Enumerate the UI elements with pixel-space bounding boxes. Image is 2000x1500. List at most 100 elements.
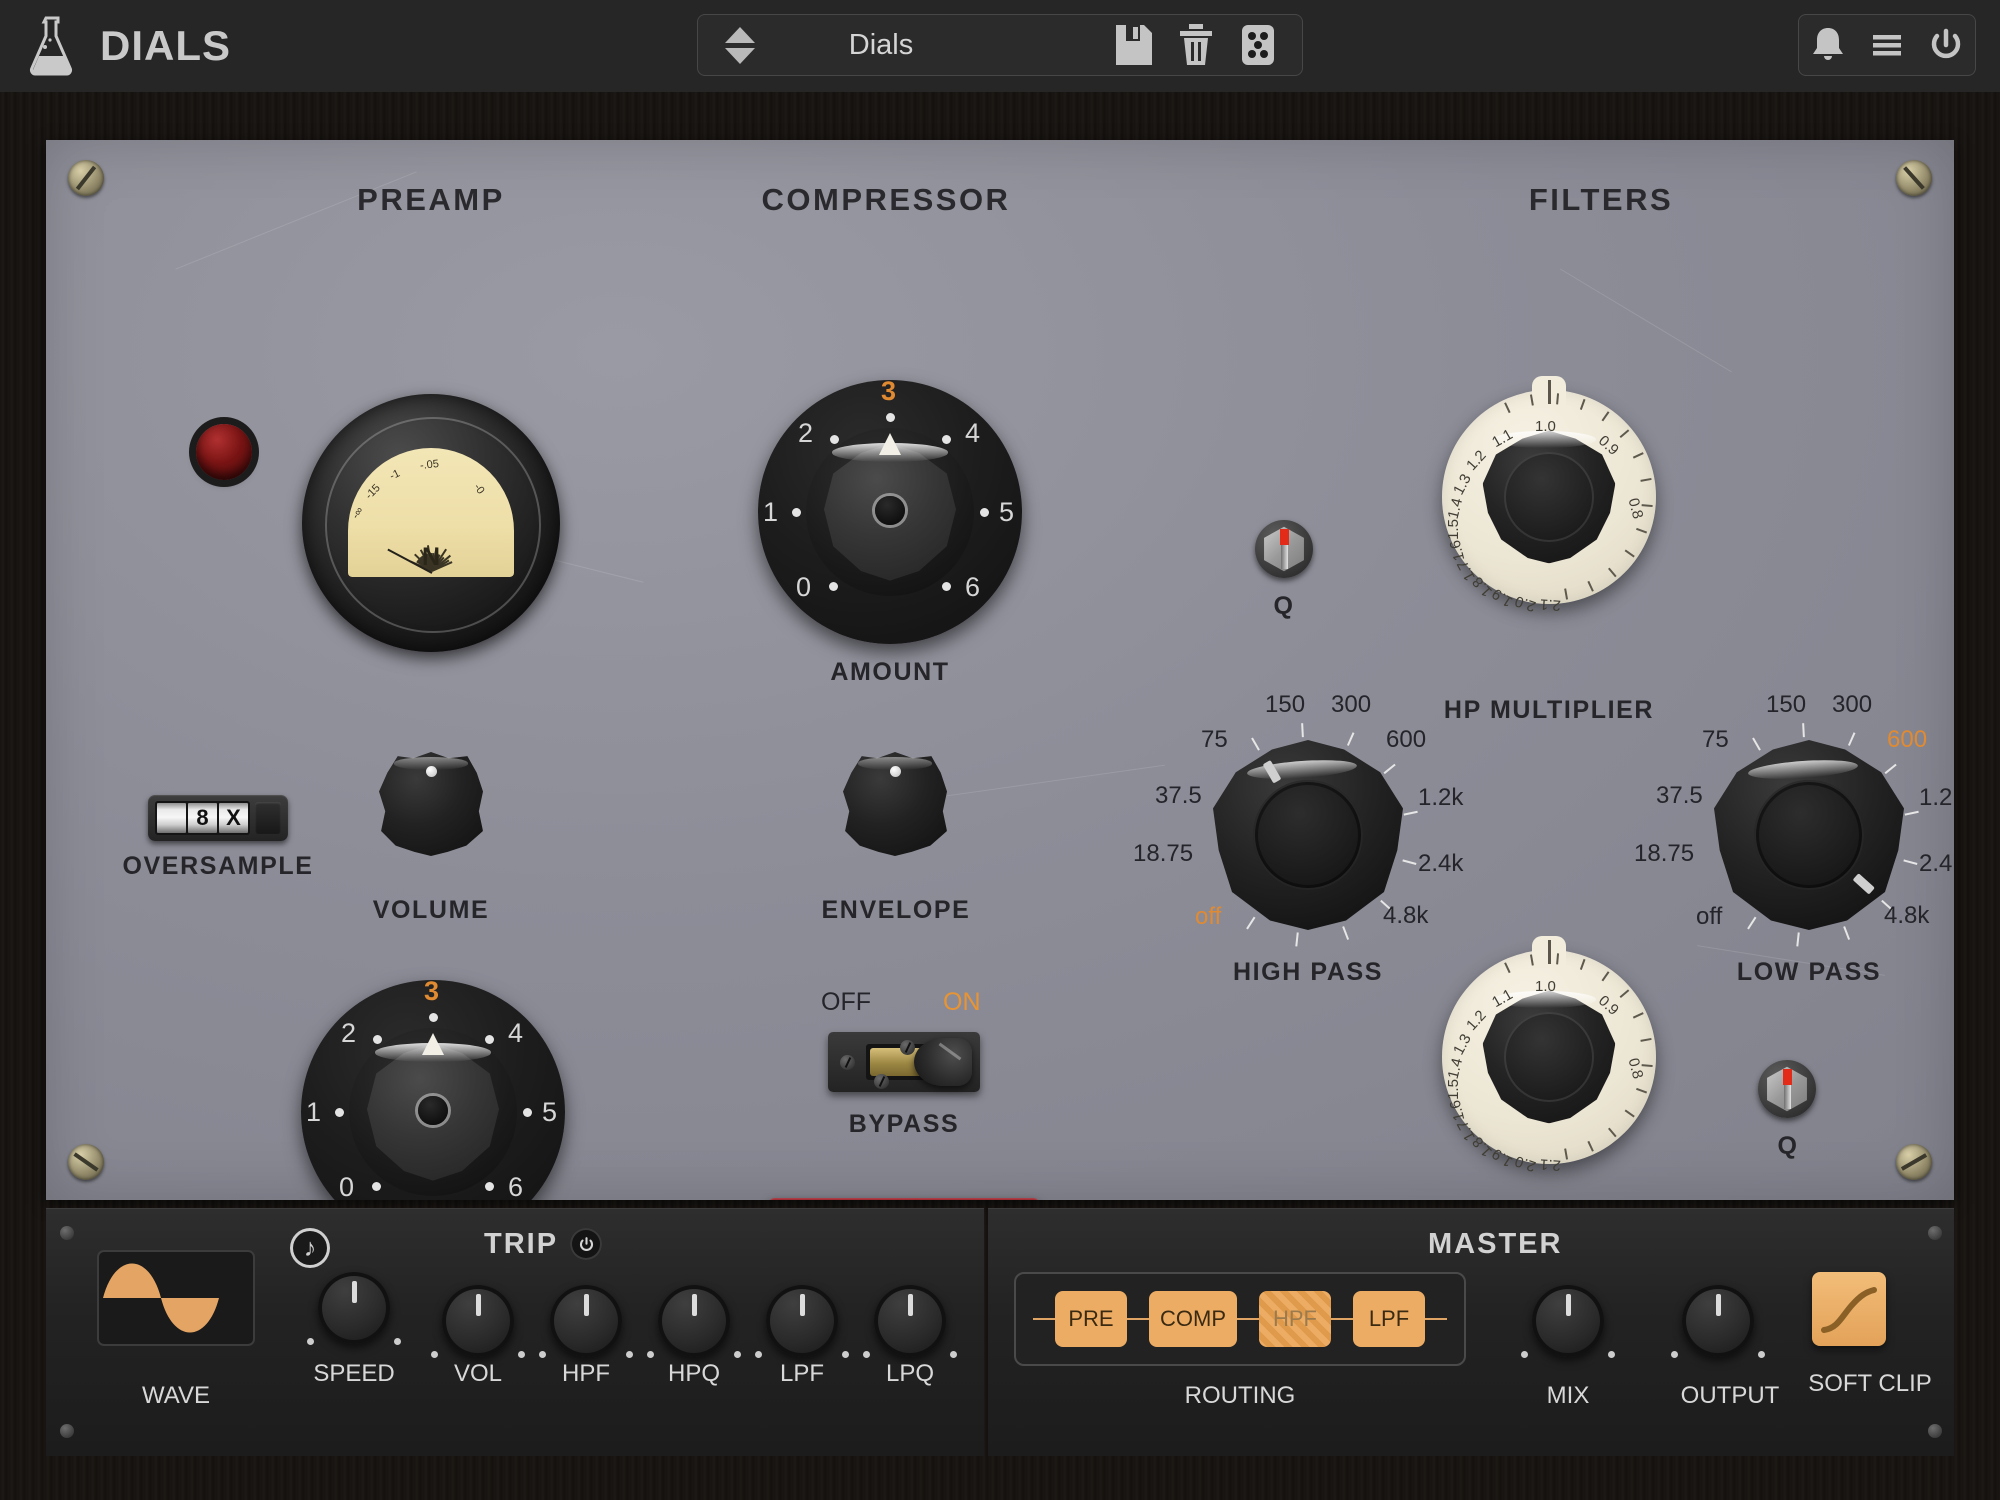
trip-hpf-label: HPF: [526, 1360, 646, 1388]
triangle-down-icon[interactable]: [725, 48, 755, 64]
high-pass-scale-2.4k: 2.4k: [1418, 850, 1463, 878]
routing-node-pre[interactable]: PRE: [1055, 1291, 1127, 1347]
window-tools: [1798, 14, 1976, 76]
bypass-lever[interactable]: [914, 1038, 972, 1086]
low-pass-scale-off: off: [1696, 903, 1722, 931]
amount-selector[interactable]: 0 1 2 3 4 5 6: [758, 380, 1022, 644]
trash-icon[interactable]: [1176, 23, 1216, 67]
floppy-disk-icon[interactable]: [1114, 23, 1154, 67]
trip-lpq-label: LPQ: [850, 1360, 970, 1388]
high-pass-scale-off: off: [1195, 903, 1221, 931]
low-pass-scale-150: 150: [1766, 691, 1806, 719]
high-pass-scale-300: 300: [1331, 691, 1371, 719]
master-title: MASTER: [1428, 1228, 1562, 1261]
routing-wire: [1331, 1318, 1353, 1320]
amount-tick: [942, 435, 951, 444]
gain-position-3[interactable]: 3: [424, 976, 439, 1007]
panel-screw: [68, 1144, 104, 1180]
routing-chain: PRE COMP HPF LPF: [1014, 1272, 1466, 1366]
routing-node-comp[interactable]: COMP: [1149, 1291, 1237, 1347]
gain-position-0[interactable]: 0: [339, 1172, 354, 1200]
gain-tick: [485, 1182, 494, 1191]
oversample-readout: 0 8 X: [155, 801, 250, 835]
amount-position-6[interactable]: 6: [965, 572, 980, 603]
amount-position-1[interactable]: 1: [763, 497, 778, 528]
volume-knob[interactable]: [379, 752, 483, 856]
trip-lpf-knob[interactable]: [766, 1285, 838, 1357]
low-pass-scale-300: 300: [1832, 691, 1872, 719]
preset-actions: [1114, 23, 1302, 67]
power-icon[interactable]: [1925, 24, 1967, 66]
gain-position-4[interactable]: 4: [508, 1018, 523, 1049]
app-title: DIALS: [100, 22, 231, 70]
low-pass-scale-600: 600: [1887, 726, 1927, 754]
triangle-up-icon[interactable]: [725, 27, 755, 43]
routing-wire: [1237, 1318, 1259, 1320]
hp-multiplier-dial[interactable]: 0.8 0.9 1.0 1.1 1.2 1.3 1.4 1.5 1.6 1.7 …: [1442, 390, 1656, 604]
amount-position-2[interactable]: 2: [798, 418, 813, 449]
oversample-button[interactable]: [255, 802, 281, 834]
hamburger-menu-icon[interactable]: [1866, 24, 1908, 66]
gain-position-1[interactable]: 1: [306, 1097, 321, 1128]
oversample-selector[interactable]: 0 8 X: [148, 795, 288, 841]
preamp-indicator-lamp: [196, 424, 252, 480]
amount-position-5[interactable]: 5: [999, 497, 1014, 528]
music-note-icon[interactable]: ♪: [290, 1228, 330, 1268]
trip-power-toggle[interactable]: [570, 1228, 602, 1260]
preset-name[interactable]: Dials: [768, 29, 1114, 62]
lp-mult-scale-1.0: 1.0: [1535, 978, 1556, 995]
gain-position-5[interactable]: 5: [542, 1097, 557, 1128]
amount-position-3[interactable]: 3: [881, 376, 896, 407]
routing-node-lpf[interactable]: LPF: [1353, 1291, 1425, 1347]
output-knob[interactable]: [1682, 1285, 1754, 1357]
trip-lpf-label: LPF: [742, 1360, 862, 1388]
hp-q-knob[interactable]: [1255, 520, 1313, 578]
routing-node-hpf[interactable]: HPF: [1259, 1291, 1331, 1347]
bypass-switch[interactable]: [828, 1032, 980, 1092]
hp-mult-scale-1.0: 1.0: [1535, 418, 1556, 435]
gain-position-2[interactable]: 2: [341, 1018, 356, 1049]
bell-icon[interactable]: [1807, 24, 1849, 66]
oversample-digit-blank: 0: [157, 803, 186, 833]
low-pass-scale-18.75: 18.75: [1634, 840, 1694, 868]
trip-hpq-knob[interactable]: [658, 1285, 730, 1357]
low-pass-knob[interactable]: [1714, 740, 1904, 930]
lp-multiplier-pointer: [1532, 936, 1566, 968]
low-pass-scale-37.5: 37.5: [1656, 782, 1703, 810]
high-pass-scale-150: 150: [1265, 691, 1305, 719]
amount-position-0[interactable]: 0: [796, 572, 811, 603]
lp-q-knob[interactable]: [1758, 1060, 1816, 1118]
amount-tick: [792, 508, 801, 517]
envelope-knob[interactable]: [843, 752, 947, 856]
low-pass-label: LOW PASS: [1689, 958, 1929, 987]
routing-label: ROUTING: [1130, 1382, 1350, 1410]
trip-vol-knob[interactable]: [442, 1285, 514, 1357]
high-pass-knob[interactable]: [1213, 740, 1403, 930]
amount-tick: [886, 413, 895, 422]
gain-position-6[interactable]: 6: [508, 1172, 523, 1200]
dice-icon[interactable]: [1238, 23, 1278, 67]
trip-wave-display[interactable]: [97, 1250, 255, 1346]
brand: DIALS: [0, 14, 231, 78]
hp-mult-scale-1.5: 1.5: [1445, 519, 1462, 540]
vu-scale-label: -15: [364, 482, 384, 502]
lp-multiplier-dial[interactable]: 0.8 0.9 1.0 1.1 1.2 1.3 1.4 1.5 1.6 1.7 …: [1442, 950, 1656, 1164]
preset-stepper[interactable]: [712, 27, 768, 64]
amount-position-4[interactable]: 4: [965, 418, 980, 449]
soft-clip-button[interactable]: [1812, 1272, 1886, 1346]
gain-tick: [335, 1108, 344, 1117]
made-with-hainbach-badge[interactable]: MADE WITH HAINBACH: [768, 1198, 1040, 1200]
section-title-preamp: PREAMP: [286, 182, 576, 218]
trip-speed-label: SPEED: [294, 1360, 414, 1388]
lp-q-label: Q: [1728, 1132, 1848, 1161]
gain-tick: [372, 1182, 381, 1191]
routing-wire: [1425, 1318, 1447, 1320]
gain-selector[interactable]: 0 1 2 3 4 5 6: [301, 980, 565, 1200]
mix-knob[interactable]: [1532, 1285, 1604, 1357]
amount-label: AMOUNT: [770, 658, 1010, 687]
lp-mult-scale-2.1: 2.1: [1539, 1155, 1561, 1173]
high-pass-scale-37.5: 37.5: [1155, 782, 1202, 810]
trip-hpf-knob[interactable]: [550, 1285, 622, 1357]
trip-speed-knob[interactable]: [318, 1272, 390, 1344]
trip-lpq-knob[interactable]: [874, 1285, 946, 1357]
